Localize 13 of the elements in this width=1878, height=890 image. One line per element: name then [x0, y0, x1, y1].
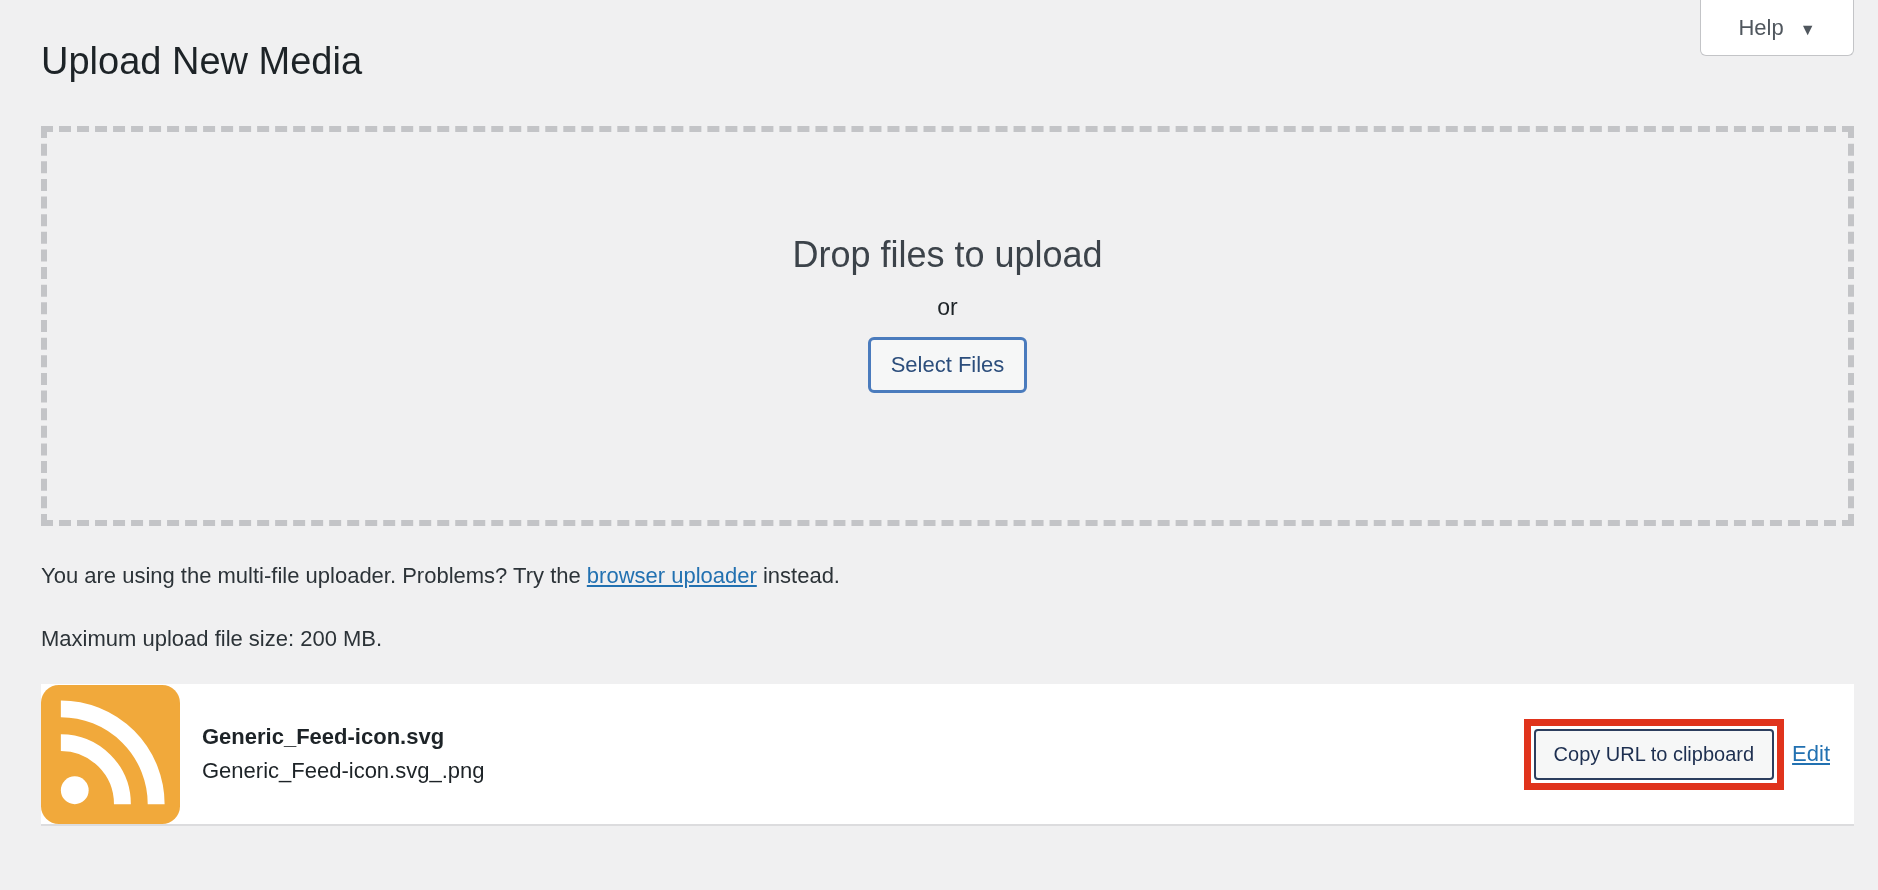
select-files-button[interactable]: Select Files [867, 337, 1028, 393]
help-button[interactable]: Help ▼ [1700, 0, 1854, 56]
uploader-notice: You are using the multi-file uploader. Problems? Try the browser uploader instead. [41, 563, 841, 589]
drop-zone[interactable]: Drop files to upload or Select Files [41, 126, 1854, 526]
copy-url-button[interactable]: Copy URL to clipboard [1533, 728, 1775, 780]
edit-link[interactable]: Edit [1792, 741, 1830, 767]
or-label: or [937, 294, 958, 321]
page-title: Upload New Media [41, 40, 364, 84]
file-title: Generic_Feed-icon.svg [202, 724, 446, 750]
browser-uploader-link[interactable]: browser uploader [586, 563, 757, 588]
drop-heading: Drop files to upload [792, 234, 1103, 276]
max-size-text: Maximum upload file size: 200 MB. [41, 626, 384, 652]
file-name: Generic_Feed-icon.svg_.png [202, 758, 486, 784]
